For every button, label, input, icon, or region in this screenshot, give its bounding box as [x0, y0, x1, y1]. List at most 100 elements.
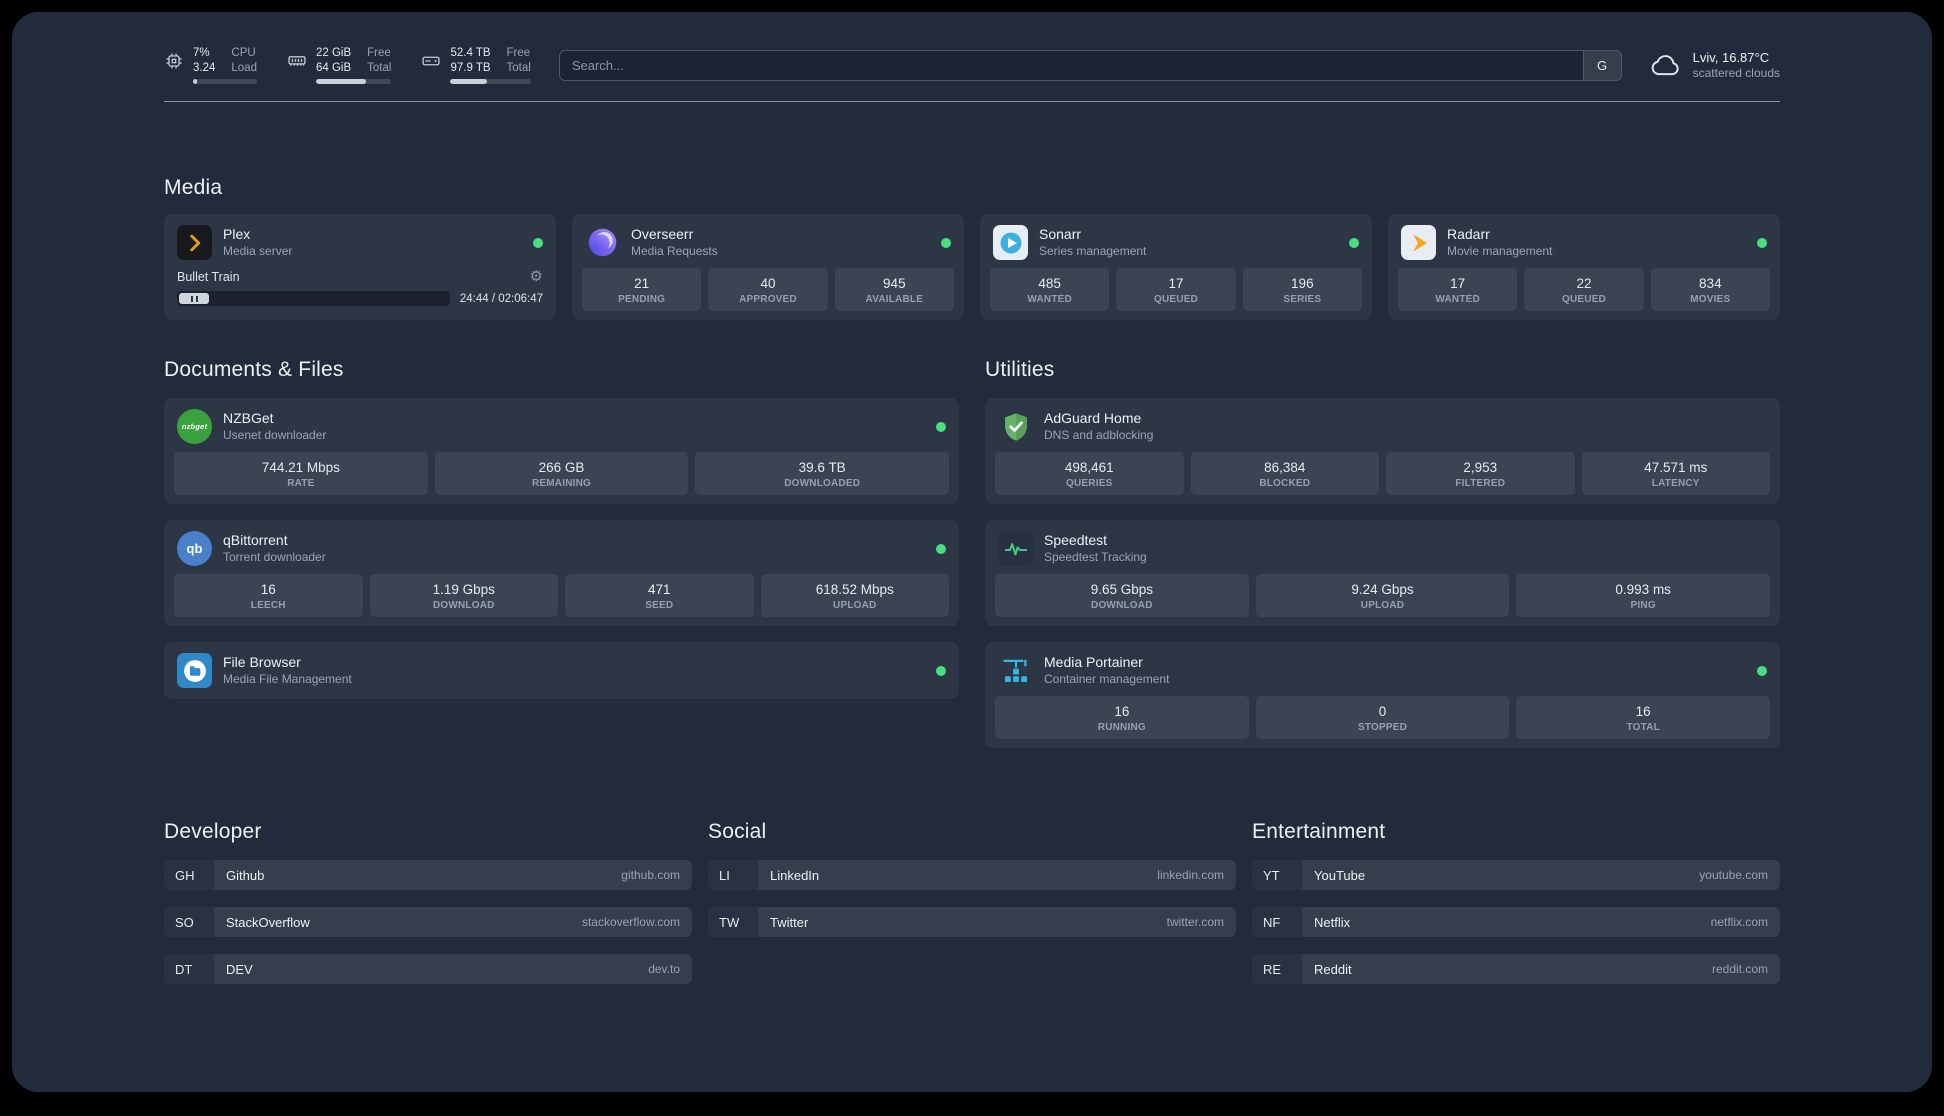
- stat-tile: 498,461 QUERIES: [995, 452, 1184, 495]
- service-subtitle: Media server: [223, 244, 293, 258]
- radarr-icon: [1401, 225, 1436, 260]
- stat-label: UPLOAD: [1360, 600, 1405, 611]
- stat-value: 9.65 Gbps: [1090, 582, 1153, 597]
- stat-tile: 47.571 ms LATENCY: [1581, 452, 1770, 495]
- stat-tile: 1.19 Gbps DOWNLOAD: [369, 574, 558, 617]
- service-name: Media Portainer: [1044, 654, 1143, 670]
- bookmark-url: github.com: [621, 868, 680, 882]
- cpu-label: CPU: [231, 47, 256, 59]
- service-card-adguard[interactable]: AdGuard Home DNS and adblocking 498,461 …: [985, 398, 1780, 504]
- stat-label: PENDING: [618, 294, 666, 305]
- stat-tile: 2,953 FILTERED: [1386, 452, 1575, 495]
- service-card-plex[interactable]: Plex Media server Bullet Train ⚙ 24:44 /…: [164, 214, 556, 320]
- service-card-speedtest[interactable]: Speedtest Speedtest Tracking 9.65 Gbps D…: [985, 520, 1780, 626]
- bookmark-url: stackoverflow.com: [581, 915, 680, 929]
- bookmark-url: youtube.com: [1699, 868, 1768, 882]
- service-subtitle: Container management: [1044, 672, 1170, 686]
- playback-progress-bar[interactable]: [177, 291, 450, 306]
- bookmark-item[interactable]: RE Reddit reddit.com: [1252, 954, 1780, 984]
- filebrowser-icon: [177, 653, 212, 688]
- nzbget-icon: nzbget: [177, 409, 212, 444]
- speedtest-icon: [998, 531, 1033, 566]
- search-input[interactable]: [559, 50, 1583, 80]
- stat-value: 16: [1114, 704, 1130, 719]
- disk-free: 52.4 TB: [450, 47, 491, 59]
- stat-tile: 40 APPROVED: [708, 268, 828, 311]
- bookmark-name: StackOverflow: [226, 914, 310, 930]
- service-subtitle: Usenet downloader: [223, 428, 327, 442]
- service-card-radarr[interactable]: Radarr Movie management 17 WANTED 22 QUE…: [1388, 214, 1780, 320]
- service-name: Overseerr: [631, 226, 694, 242]
- service-subtitle: Media File Management: [223, 672, 352, 686]
- gear-icon[interactable]: ⚙: [530, 269, 543, 284]
- stat-tile: 834 MOVIES: [1650, 268, 1770, 311]
- status-dot: [1757, 665, 1767, 676]
- bookmark-item[interactable]: TW Twitter twitter.com: [708, 907, 1236, 937]
- service-card-nzbget[interactable]: nzbget NZBGet Usenet downloader 744.21 M…: [164, 398, 959, 504]
- service-subtitle: Speedtest Tracking: [1044, 550, 1147, 564]
- service-card-qbittorrent[interactable]: qb qBittorrent Torrent downloader 16 LEE…: [164, 520, 959, 626]
- section-title-social: Social: [708, 820, 767, 843]
- stat-label: TOTAL: [1626, 722, 1660, 733]
- stat-value: 86,384: [1264, 460, 1306, 475]
- resource-widgets: 7% CPU 3.24 Load 22 GiB Free 64 GiB Tota…: [164, 46, 531, 84]
- stat-value: 471: [647, 582, 671, 597]
- stat-label: AVAILABLE: [865, 294, 924, 305]
- section-bookmarks: Developer GH Github github.com SO StackO…: [164, 820, 1780, 1001]
- bookmark-name: Github: [226, 867, 265, 883]
- stat-label: SEED: [645, 600, 674, 611]
- stat-label: DOWNLOAD: [432, 600, 495, 611]
- stat-value: 485: [1038, 276, 1061, 291]
- bookmark-abbr: NF: [1252, 907, 1302, 937]
- bookmark-abbr: LI: [708, 860, 758, 890]
- stat-tile: 9.24 Gbps UPLOAD: [1255, 574, 1510, 617]
- stat-tile: 86,384 BLOCKED: [1190, 452, 1379, 495]
- section-documents-utilities: Documents & Files nzbget NZBGet Usenet d…: [164, 358, 1780, 764]
- stat-label: DOWNLOADED: [784, 478, 861, 489]
- service-card-overseerr[interactable]: Overseerr Media Requests 21 PENDING 40 A…: [572, 214, 964, 320]
- bookmark-item[interactable]: GH Github github.com: [164, 860, 692, 890]
- stat-label: QUEUED: [1562, 294, 1606, 305]
- service-subtitle: Torrent downloader: [223, 550, 326, 564]
- stat-label: REMAINING: [531, 478, 592, 489]
- stat-value: 498,461: [1064, 460, 1114, 475]
- search-provider-button[interactable]: G: [1582, 50, 1621, 80]
- bookmark-name: LinkedIn: [770, 867, 820, 883]
- service-name: qBittorrent: [223, 532, 288, 548]
- pause-button[interactable]: [179, 293, 209, 304]
- stat-label: LEECH: [250, 600, 286, 611]
- bookmark-name: YouTube: [1314, 867, 1366, 883]
- stat-tile: 21 PENDING: [582, 268, 702, 311]
- stat-tile: 196 SERIES: [1242, 268, 1362, 311]
- disk-widget: 52.4 TB Free 97.9 TB Total: [421, 46, 531, 84]
- status-dot: [936, 665, 946, 676]
- stat-tile: 618.52 Mbps UPLOAD: [760, 574, 949, 617]
- service-name: Sonarr: [1039, 226, 1082, 242]
- stat-tile: 0 STOPPED: [1255, 696, 1510, 739]
- service-name: NZBGet: [223, 410, 274, 426]
- stat-value: 21: [634, 276, 650, 291]
- cpu-icon: [166, 53, 182, 69]
- service-card-filebrowser[interactable]: File Browser Media File Management: [164, 642, 959, 699]
- bookmark-item[interactable]: DT DEV dev.to: [164, 954, 692, 984]
- service-card-sonarr[interactable]: Sonarr Series management 485 WANTED 17 Q…: [980, 214, 1372, 320]
- bookmark-item[interactable]: LI LinkedIn linkedin.com: [708, 860, 1236, 890]
- disk-icon: [422, 56, 441, 66]
- topbar: 7% CPU 3.24 Load 22 GiB Free 64 GiB Tota…: [164, 46, 1780, 84]
- stat-tile: 17 QUEUED: [1116, 268, 1236, 311]
- bookmark-abbr: SO: [164, 907, 214, 937]
- stat-value: 47.571 ms: [1644, 460, 1708, 475]
- disk-progress-bar: [450, 79, 531, 84]
- bookmark-item[interactable]: YT YouTube youtube.com: [1252, 860, 1780, 890]
- stat-tile: 17 WANTED: [1398, 268, 1518, 311]
- bookmark-item[interactable]: SO StackOverflow stackoverflow.com: [164, 907, 692, 937]
- stat-label: UPLOAD: [833, 600, 877, 611]
- dashboard-frame: 7% CPU 3.24 Load 22 GiB Free 64 GiB Tota…: [12, 12, 1932, 1092]
- search-bar[interactable]: G: [558, 49, 1622, 81]
- bookmark-item[interactable]: NF Netflix netflix.com: [1252, 907, 1780, 937]
- bookmark-group-social: Social LI LinkedIn linkedin.com TW Twitt…: [708, 820, 1236, 1001]
- service-card-portainer[interactable]: Media Portainer Container management 16 …: [985, 642, 1780, 748]
- service-stats: 498,461 QUERIES 86,384 BLOCKED 2,953 FIL…: [995, 452, 1770, 495]
- memory-total: 64 GiB: [315, 62, 352, 74]
- stat-value: 744.21 Mbps: [261, 460, 340, 475]
